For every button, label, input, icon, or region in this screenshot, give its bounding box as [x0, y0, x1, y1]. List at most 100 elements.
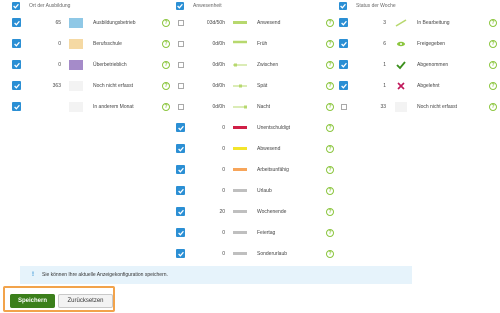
anwesenheit-row-checkbox[interactable] [177, 103, 184, 110]
anwesenheit-row-label: Unentschuldigt [257, 124, 291, 131]
anwesenheit-row-count: 0 [222, 166, 225, 173]
ort-row-count: 0 [58, 61, 61, 68]
button-group: Speichern Zurücksetzen [3, 286, 115, 312]
anwesenheit-row-label: Feiertag [257, 229, 276, 236]
ort-row-label: Berufsschule [93, 40, 122, 47]
help-icon[interactable]: ? [489, 60, 497, 69]
help-icon[interactable]: ? [162, 18, 170, 27]
anwesenheit-row-checkbox[interactable] [176, 186, 185, 195]
status-row: 1 Abgenommen? [339, 54, 499, 75]
help-icon[interactable]: ? [326, 165, 334, 174]
help-icon[interactable]: ? [326, 60, 334, 69]
anwesenheit-marker [233, 81, 247, 91]
anwesenheit-row-label: Nacht [257, 103, 271, 110]
anwesenheit-row: 0d/0h Früh? [176, 33, 336, 54]
ort-color-swatch [69, 59, 83, 70]
anwesenheit-row: 20 Wochenende? [176, 201, 336, 222]
status-header-checkbox[interactable] [339, 2, 347, 10]
cross-icon [394, 81, 408, 91]
help-icon[interactable]: ? [326, 207, 334, 216]
anwesenheit-row-checkbox[interactable] [176, 144, 185, 153]
ort-header-label: Ort der Ausbildung [29, 3, 71, 9]
ort-row-checkbox[interactable] [12, 39, 21, 48]
ort-header-checkbox[interactable] [12, 2, 20, 10]
help-icon[interactable]: ? [489, 18, 497, 27]
anwesenheit-row-label: Wochenende [257, 208, 287, 215]
ort-row-checkbox[interactable] [12, 18, 21, 27]
anwesenheit-row: 0 Sonderurlaub? [176, 243, 336, 264]
ort-row: 363 Noch nicht erfasst? [12, 75, 172, 96]
help-icon[interactable]: ? [326, 102, 334, 111]
help-icon[interactable]: ? [326, 39, 334, 48]
help-icon[interactable]: ? [326, 81, 334, 90]
help-icon[interactable]: ? [489, 81, 497, 90]
anwesenheit-row-count: 0 [222, 145, 225, 152]
anwesenheit-row: 0d/0h Nacht? [176, 96, 336, 117]
anwesenheit-row-label: Anwesend [257, 19, 281, 26]
ort-row-checkbox[interactable] [12, 60, 21, 69]
anwesenheit-row-label: Spät [257, 82, 268, 89]
anwesenheit-row-count: 0d/0h [212, 103, 225, 110]
help-icon[interactable]: ? [162, 81, 170, 90]
anwesenheit-row-checkbox[interactable] [176, 207, 185, 216]
anwesenheit-row: 0d/0h Zwischen? [176, 54, 336, 75]
ort-row-checkbox[interactable] [12, 102, 21, 111]
anwesenheit-row-label: Arbeitsunfähig [257, 166, 289, 173]
status-row: 3 In Bearbeitung? [339, 12, 499, 33]
status-header: Status der Woche [339, 0, 499, 12]
anwesenheit-row-count: 0 [222, 250, 225, 257]
status-row-checkbox[interactable] [339, 60, 348, 69]
anwesenheit-row-checkbox[interactable] [176, 249, 185, 258]
ort-row-checkbox[interactable] [12, 81, 21, 90]
anwesenheit-header-checkbox[interactable] [176, 2, 184, 10]
reset-button[interactable]: Zurücksetzen [58, 294, 113, 308]
anwesenheit-row-count: 0 [222, 124, 225, 131]
anwesenheit-row-checkbox[interactable] [176, 165, 185, 174]
anwesenheit-row-checkbox[interactable] [176, 123, 185, 132]
help-icon[interactable]: ? [326, 144, 334, 153]
check-icon [394, 60, 408, 70]
anwesenheit-row: 0d/0h Spät? [176, 75, 336, 96]
save-button[interactable]: Speichern [10, 294, 55, 308]
anwesenheit-row-checkbox[interactable] [177, 82, 184, 89]
help-icon[interactable]: ? [326, 18, 334, 27]
status-row-checkbox[interactable] [339, 18, 348, 27]
ort-row-label: In anderem Monat [93, 103, 134, 110]
help-icon[interactable]: ? [162, 60, 170, 69]
ort-row-count: 65 [55, 19, 61, 26]
status-row: 6 Freigegeben? [339, 33, 499, 54]
status-row-checkbox[interactable] [339, 39, 348, 48]
anwesenheit-marker [233, 60, 247, 70]
anwesenheit-row-count: 0d/0h [212, 40, 225, 47]
status-row-count: 33 [380, 103, 386, 110]
anwesenheit-marker [233, 123, 247, 133]
status-row-count: 3 [383, 19, 386, 26]
anwesenheit-marker [233, 144, 247, 154]
status-row: 1 Abgelehnt? [339, 75, 499, 96]
help-icon[interactable]: ? [326, 249, 334, 258]
anwesenheit-row-count: 0d/0h [212, 82, 225, 89]
status-row-label: Freigegeben [417, 40, 446, 47]
help-icon[interactable]: ? [489, 102, 497, 111]
help-icon[interactable]: ? [326, 228, 334, 237]
status-row-count: 6 [383, 40, 386, 47]
anwesenheit-row-count: 03d/50h [206, 19, 225, 26]
anwesenheit-row-checkbox[interactable] [177, 61, 184, 68]
help-icon[interactable]: ? [162, 39, 170, 48]
ort-row: 65 Ausbildungsbetrieb? [12, 12, 172, 33]
anwesenheit-row-checkbox[interactable] [176, 228, 185, 237]
status-row-count: 1 [383, 82, 386, 89]
ort-color-swatch [69, 101, 83, 112]
anwesenheit-marker [233, 165, 247, 175]
anwesenheit-row-checkbox[interactable] [177, 19, 184, 26]
anwesenheit-marker [233, 186, 247, 196]
status-row-checkbox[interactable] [340, 103, 347, 110]
help-icon[interactable]: ? [489, 39, 497, 48]
anwesenheit-row-count: 0d/0h [212, 61, 225, 68]
help-icon[interactable]: ? [326, 186, 334, 195]
help-icon[interactable]: ? [326, 123, 334, 132]
ort-row-label: Noch nicht erfasst [93, 82, 134, 89]
status-row-checkbox[interactable] [339, 81, 348, 90]
anwesenheit-row-checkbox[interactable] [177, 40, 184, 47]
help-icon[interactable]: ? [162, 102, 170, 111]
